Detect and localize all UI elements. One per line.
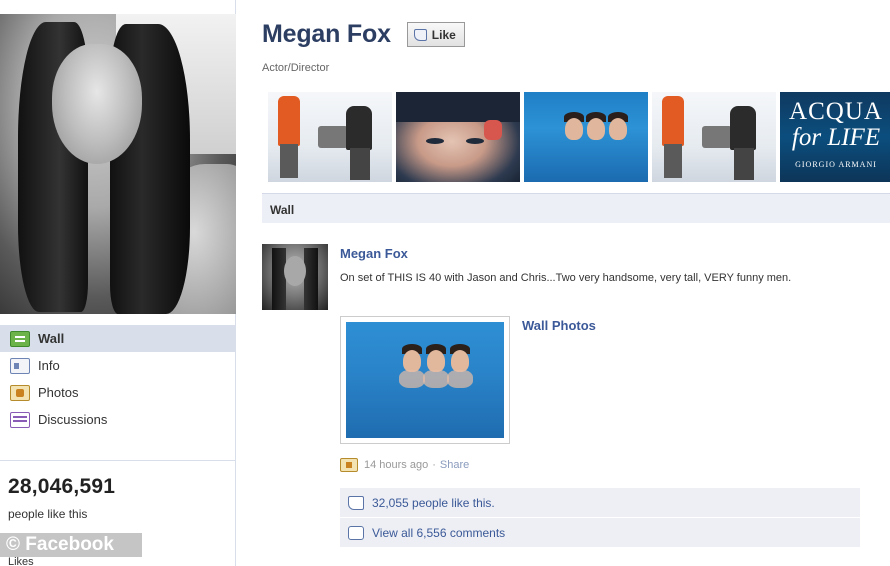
view-comments-link[interactable]: View all 6,556 comments [372,526,505,540]
page-title: Megan Fox [262,20,391,48]
wall-tab-header: Wall [262,193,890,223]
thumbs-up-icon [413,28,427,41]
left-column: Wall Info Photos Discussions 28,046,591 … [0,0,236,566]
title-row: Megan Fox Like [262,20,465,49]
sidebar-item-label: Info [38,358,60,373]
post-author[interactable]: Megan Fox [340,246,408,261]
avatar[interactable] [262,244,328,310]
album-link[interactable]: Wall Photos [522,318,596,333]
like-button[interactable]: Like [406,22,465,47]
comment-icon [348,525,364,540]
post-meta: 14 hours ago · Share [340,458,469,472]
share-link[interactable]: Share [440,459,469,471]
page-category: Actor/Director [262,62,330,74]
post-text: On set of THIS IS 40 with Jason and Chri… [340,272,792,284]
facebook-watermark: © Facebook [0,533,142,557]
attached-photo[interactable] [340,316,510,444]
ad-text: for LIFE [791,124,881,151]
profile-picture[interactable] [0,14,236,314]
photos-icon [10,384,30,401]
post-timestamp[interactable]: 14 hours ago [364,459,428,471]
likes-section-label: Likes [8,556,34,566]
likes-summary[interactable]: 32,055 people like this. [372,496,495,510]
sidebar-item-label: Wall [38,331,65,346]
strip-photo[interactable] [268,92,392,182]
sidebar-item-label: Photos [38,385,79,400]
sidebar-item-label: Discussions [38,412,108,427]
strip-photo[interactable] [524,92,648,182]
ad-text: ACQUA [789,98,883,125]
sidebar-item-photos[interactable]: Photos [0,379,236,406]
sidebar-item-info[interactable]: Info [0,352,236,379]
photo-strip: ACQUA for LIFE GIORGIO ARMANI [268,92,890,182]
wall-icon [10,330,30,347]
like-button-label: Like [431,27,456,42]
likes-box: 28,046,591 people like this [0,460,236,521]
feedback-box: 32,055 people like this. View all 6,556 … [340,488,860,548]
main-column: Megan Fox Like Actor/Director ACQUA for … [262,0,890,566]
photos-icon [340,458,358,472]
sidebar-item-wall[interactable]: Wall [0,325,236,352]
discussions-icon [10,411,30,428]
likes-row[interactable]: 32,055 people like this. [340,488,860,518]
likes-count: 28,046,591 [8,475,116,498]
sidebar-item-discussions[interactable]: Discussions [0,406,236,433]
sidebar-nav: Wall Info Photos Discussions [0,325,236,433]
thumbs-up-icon [348,495,364,510]
comments-row[interactable]: View all 6,556 comments [340,518,860,548]
likes-label: people like this [8,507,88,521]
ad-brand: GIORGIO ARMANI [795,160,877,169]
strip-photo[interactable] [396,92,520,182]
info-icon [10,357,30,374]
strip-photo-ad[interactable]: ACQUA for LIFE GIORGIO ARMANI [780,92,890,182]
strip-photo[interactable] [652,92,776,182]
